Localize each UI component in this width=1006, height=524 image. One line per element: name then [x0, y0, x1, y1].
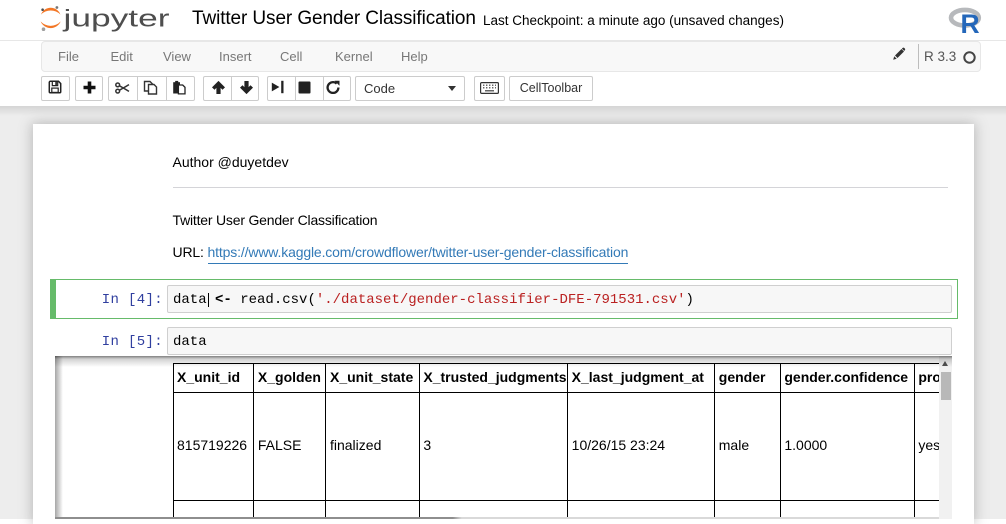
svg-text:jupyter: jupyter: [62, 6, 169, 33]
svg-text:R: R: [961, 9, 980, 35]
